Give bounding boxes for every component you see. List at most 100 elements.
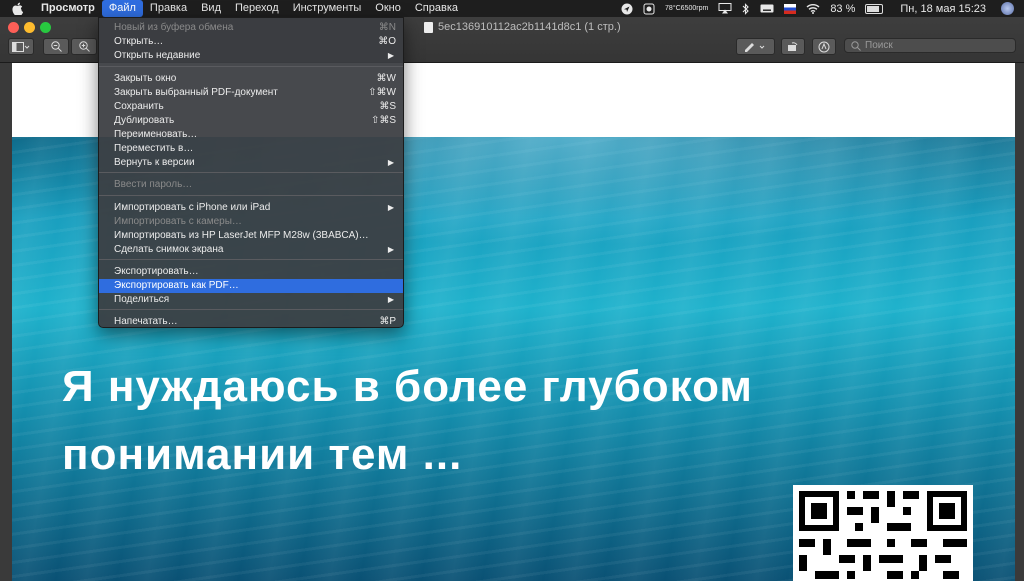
shortcut-label: ⇧⌘W bbox=[368, 87, 396, 98]
menu-item-label: Сделать снимок экрана bbox=[114, 244, 224, 255]
zoom-window-button[interactable] bbox=[40, 22, 51, 33]
menu-item-label: Ввести пароль… bbox=[114, 179, 193, 190]
bluetooth-icon[interactable] bbox=[737, 0, 755, 17]
slide-heading-line-1: Я нуждаюсь в более глубоком bbox=[62, 362, 753, 411]
sidebar-icon bbox=[12, 41, 30, 52]
temperature-readout[interactable]: 78°C 6500rpm bbox=[660, 0, 713, 17]
menu-separator bbox=[99, 309, 403, 310]
menu-item-label: Поделиться bbox=[114, 294, 170, 305]
menu-item-save[interactable]: Сохранить ⌘S bbox=[99, 100, 403, 114]
search-input[interactable]: Поиск bbox=[844, 38, 1016, 53]
menu-item-enter-password: Ввести пароль… bbox=[99, 178, 403, 192]
markup-button[interactable] bbox=[736, 38, 775, 55]
menu-item-label: Закрыть окно bbox=[114, 73, 177, 84]
search-placeholder: Поиск bbox=[865, 40, 893, 51]
menu-go[interactable]: Переход bbox=[228, 0, 286, 17]
shortcut-label: ⌘O bbox=[378, 36, 396, 47]
menu-item-label: Импортировать с iPhone или iPad bbox=[114, 202, 271, 213]
menu-item-share[interactable]: Поделиться ▶ bbox=[99, 293, 403, 307]
submenu-arrow-icon: ▶ bbox=[387, 245, 394, 254]
battery-icon[interactable] bbox=[860, 0, 888, 17]
qr-code bbox=[793, 485, 973, 581]
airplay-icon[interactable] bbox=[713, 0, 737, 17]
search-icon bbox=[851, 40, 861, 51]
menu-item-label: Открыть… bbox=[114, 36, 164, 47]
menu-view[interactable]: Вид bbox=[194, 0, 228, 17]
zoom-in-button[interactable] bbox=[71, 38, 97, 55]
slide-heading-line-2: понимании тем ... bbox=[62, 430, 463, 479]
menu-help[interactable]: Справка bbox=[408, 0, 465, 17]
zoom-out-button[interactable] bbox=[43, 38, 69, 55]
close-window-button[interactable] bbox=[8, 22, 19, 33]
rotate-icon bbox=[788, 42, 798, 51]
menu-separator bbox=[99, 259, 403, 260]
menu-item-open-recent[interactable]: Открыть недавние ▶ bbox=[99, 49, 403, 63]
menu-app-name[interactable]: Просмотр bbox=[34, 0, 102, 17]
menu-item-label: Сохранить bbox=[114, 101, 164, 112]
menu-item-label: Переместить в… bbox=[114, 143, 194, 154]
menu-item-take-screenshot[interactable]: Сделать снимок экрана ▶ bbox=[99, 243, 403, 257]
keyboard-icon[interactable] bbox=[755, 0, 779, 17]
user-avatar[interactable] bbox=[996, 0, 1024, 17]
menu-item-label: Новый из буфера обмена bbox=[114, 22, 234, 33]
minimize-window-button[interactable] bbox=[24, 22, 35, 33]
menu-item-label: Импортировать из HP LaserJet MFP M28w (3… bbox=[114, 230, 369, 241]
menu-tools[interactable]: Инструменты bbox=[286, 0, 369, 17]
temperature-value: 78°C bbox=[665, 5, 681, 12]
zoom-in-icon bbox=[78, 41, 90, 52]
submenu-arrow-icon: ▶ bbox=[387, 295, 394, 304]
status-area: 78°C 6500rpm 83 % Пн, 18 мая 15:23 bbox=[616, 0, 1024, 17]
input-source-flag-icon[interactable] bbox=[779, 0, 801, 17]
menu-item-label: Экспортировать… bbox=[114, 266, 199, 277]
menu-item-duplicate[interactable]: Дублировать ⇧⌘S bbox=[99, 114, 403, 128]
menu-item-import-scanner[interactable]: Импортировать из HP LaserJet MFP M28w (3… bbox=[99, 229, 403, 243]
file-menu-dropdown: Новый из буфера обмена ⌘N Открыть… ⌘O От… bbox=[98, 17, 404, 328]
menu-item-label: Экспортировать как PDF… bbox=[114, 280, 239, 291]
menu-item-open[interactable]: Открыть… ⌘O bbox=[99, 35, 403, 49]
menu-item-label: Закрыть выбранный PDF-документ bbox=[114, 87, 278, 98]
menu-item-new-from-clipboard: Новый из буфера обмена ⌘N bbox=[99, 21, 403, 35]
shortcut-label: ⌘S bbox=[379, 101, 396, 112]
sidebar-toggle-button[interactable] bbox=[8, 38, 34, 55]
fan-speed-value: 6500rpm bbox=[680, 5, 709, 12]
menu-item-move-to[interactable]: Переместить в… bbox=[99, 142, 403, 156]
menu-item-print[interactable]: Напечатать… ⌘P bbox=[99, 315, 403, 329]
menu-bar: Просмотр Файл Правка Вид Переход Инструм… bbox=[0, 0, 1024, 17]
menu-item-close-pdf[interactable]: Закрыть выбранный PDF-документ ⇧⌘W bbox=[99, 86, 403, 100]
document-icon bbox=[424, 21, 433, 33]
menu-item-label: Напечатать… bbox=[114, 316, 178, 327]
fan-icon[interactable] bbox=[638, 0, 660, 17]
battery-percent[interactable]: 83 % bbox=[825, 0, 860, 17]
wifi-icon[interactable] bbox=[801, 0, 825, 17]
menu-item-revert-to[interactable]: Вернуть к версии ▶ bbox=[99, 156, 403, 170]
menu-separator bbox=[99, 66, 403, 67]
menu-separator bbox=[99, 172, 403, 173]
menu-item-close-window[interactable]: Закрыть окно ⌘W bbox=[99, 72, 403, 86]
shortcut-label: ⌘P bbox=[379, 316, 396, 327]
menu-item-import-camera: Импортировать с камеры… bbox=[99, 215, 403, 229]
location-icon[interactable] bbox=[616, 0, 638, 17]
shortcut-label: ⌘W bbox=[376, 73, 396, 84]
shortcut-label: ⌘N bbox=[378, 22, 396, 33]
pen-icon bbox=[744, 42, 764, 52]
submenu-arrow-icon: ▶ bbox=[387, 158, 394, 167]
clock[interactable]: Пн, 18 мая 15:23 bbox=[888, 0, 996, 17]
zoom-out-icon bbox=[50, 41, 62, 52]
menu-item-import-iphone[interactable]: Импортировать с iPhone или iPad ▶ bbox=[99, 201, 403, 215]
menu-item-export-as-pdf[interactable]: Экспортировать как PDF… bbox=[99, 279, 403, 293]
menu-item-label: Импортировать с камеры… bbox=[114, 216, 242, 227]
menu-file[interactable]: Файл bbox=[101, 0, 143, 17]
menu-separator bbox=[99, 195, 403, 196]
annotate-button[interactable] bbox=[812, 38, 836, 55]
rotate-button[interactable] bbox=[781, 38, 805, 55]
apple-menu-icon[interactable] bbox=[0, 0, 34, 17]
menu-edit[interactable]: Правка bbox=[143, 0, 194, 17]
window-title: 5ec136910112ac2b1141d8c1 (1 стр.) bbox=[424, 21, 621, 33]
menu-item-label: Дублировать bbox=[114, 115, 175, 126]
markup-circle-icon bbox=[818, 41, 830, 52]
menu-item-label: Переименовать… bbox=[114, 129, 198, 140]
menu-item-rename[interactable]: Переименовать… bbox=[99, 128, 403, 142]
menu-window[interactable]: Окно bbox=[368, 0, 408, 17]
menu-item-label: Открыть недавние bbox=[114, 50, 201, 61]
menu-item-export[interactable]: Экспортировать… bbox=[99, 265, 403, 279]
